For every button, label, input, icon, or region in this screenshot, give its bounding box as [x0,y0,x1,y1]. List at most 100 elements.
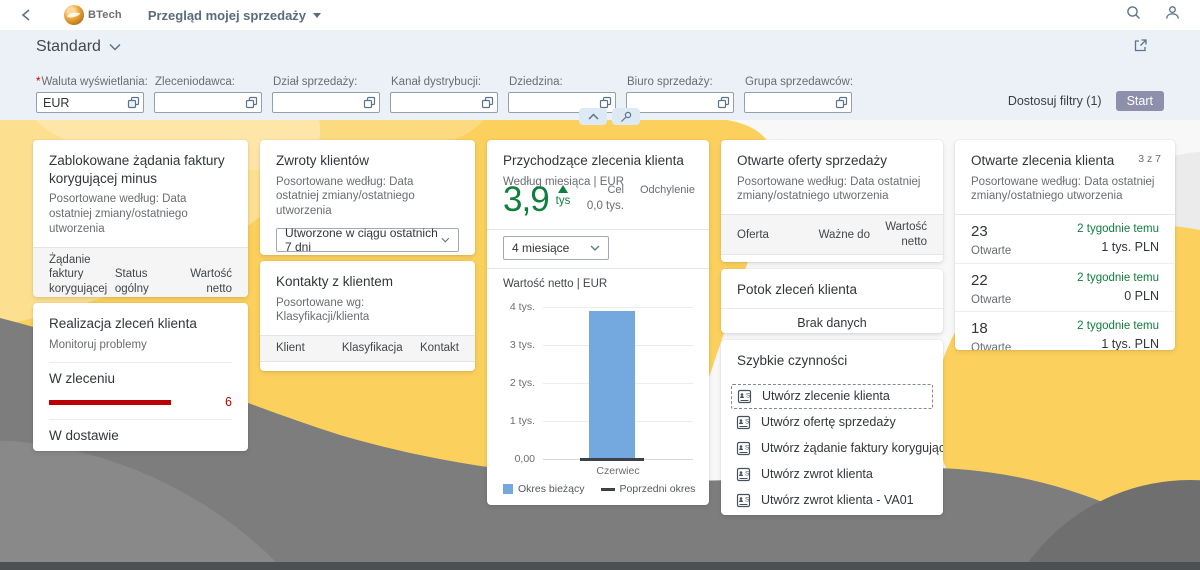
card-title: Zwroty klientów [276,152,459,170]
order-amount: 1 tys. PLN [1077,337,1159,350]
order-amount: 1 tys. PLN [1077,240,1159,254]
card-open-sales-orders[interactable]: Otwarte zlecenia klienta 3 z 7 Posortowa… [955,140,1175,350]
table-header: Klient Klasyfikacja Kontakt [260,335,475,361]
quick-action-create-quotation[interactable]: S Utwórz ofertę sprzedaży [731,410,933,435]
variant-selector[interactable]: Standard [36,38,121,56]
quick-action-label: Utwórz zwrot klienta - VA01 [761,493,914,507]
quick-action-label: Utwórz żądanie faktury korygującej m... [761,441,943,455]
quick-action-create-sales-order[interactable]: S Utwórz zlecenie klienta [731,384,933,409]
search-icon[interactable] [1126,5,1141,25]
go-button[interactable]: Start [1116,91,1164,111]
metric-value: 6 [225,395,232,409]
card-customer-contacts[interactable]: Kontakty z klientem Posortowane wg: Klas… [260,261,475,371]
order-status: Otwarte [971,342,1011,350]
card-subtitle: Posortowane według: Data ostatniej zmian… [737,175,927,205]
trend-up-icon [558,185,568,193]
legend-label: Poprzedni okres [620,483,696,495]
sales-document-icon: S [736,493,751,508]
y-tick: 3 tys. [487,339,535,351]
bar-chart-plot [543,307,693,459]
value-help-icon[interactable] [245,96,258,114]
card-customer-returns[interactable]: Zwroty klientów Posortowane według: Data… [260,140,475,255]
card-order-fulfillment[interactable]: Realizacja zleceń klienta Monitoruj prob… [33,303,248,451]
filter-field-waluta: *Waluta wyświetlania: [36,76,144,113]
card-quick-actions[interactable]: Szybkie czynności S Utwórz zlecenie klie… [721,340,943,515]
no-data-text: Brak danych [721,309,943,333]
kpi-header: 3,9 tys Cel 0,0 tys. Odchylenie [503,182,695,217]
filter-label: Biuro sprzedaży: [627,76,713,88]
title-dropdown-icon [313,13,321,18]
card-title: Przychodzące zlecenia klienta [503,152,693,170]
filter-label: Zleceniodawca: [155,76,235,88]
quick-action-label: Utwórz ofertę sprzedaży [761,415,896,429]
quick-action-create-credit-memo-request[interactable]: S Utwórz żądanie faktury korygującej m..… [731,436,933,461]
pin-filterbar-button[interactable] [612,108,640,125]
card-title: Otwarte zlecenia klienta [971,152,1159,170]
sales-order-list-item[interactable]: 22 Otwarte 2 tygodnie temu 0 PLN [955,263,1175,311]
returns-period-dropdown[interactable]: Utworzone w ciągu ostatnich 7 dni [276,228,459,252]
order-id: 23 [971,223,1011,240]
column-header: Oferta [737,228,805,242]
legend-swatch-current [503,484,513,494]
card-blocked-credit-memo[interactable]: Zablokowane żądania faktury korygującej … [33,140,248,297]
column-header: Klient [276,341,342,355]
chart-previous-period-line [580,458,644,461]
metric-label: W zleceniu [49,371,232,386]
quick-action-create-customer-return[interactable]: S Utwórz zwrot klienta [731,462,933,487]
collapse-filterbar-button[interactable] [579,108,607,125]
fulfillment-row[interactable]: W zleceniu 6 [49,362,232,409]
user-icon[interactable] [1165,5,1180,25]
filter-label: Dział sprzedaży: [273,76,357,88]
chevron-down-icon [590,245,600,251]
sales-document-icon: S [736,467,751,482]
filter-label: Grupa sprzedawców: [745,76,853,88]
kpi-value: 3,9 [503,182,549,217]
sales-order-list-item[interactable]: 23 Otwarte 2 tygodnie temu 1 tys. PLN [955,215,1175,263]
chevron-down-icon [441,237,450,243]
deviation-label: Odchylenie [640,184,695,196]
svg-text:S: S [746,392,751,399]
cards-grid: Zablokowane żądania faktury korygującej … [33,140,1175,515]
back-icon[interactable] [18,7,34,23]
value-help-icon[interactable] [363,96,376,114]
card-open-quotations[interactable]: Otwarte oferty sprzedaży Posortowane wed… [721,140,943,262]
value-help-icon[interactable] [127,96,140,114]
logo-sphere-icon [64,5,84,25]
filter-field-dzial: Dział sprzedaży: [272,76,380,113]
card-order-pipeline[interactable]: Potok zleceń klienta Brak danych [721,269,943,333]
filter-field-grupa: Grupa sprzedawców: [744,76,852,113]
quick-action-create-customer-return-va01[interactable]: S Utwórz zwrot klienta - VA01 [731,488,933,513]
adapt-filters-link[interactable]: Dostosuj filtry (1) [1008,94,1102,108]
sales-order-list-item[interactable]: 18 Otwarte 2 tygodnie temu 1 tys. PLN [955,311,1175,350]
column-header: Wartość netto [870,220,927,249]
card-incoming-sales-orders[interactable]: Przychodzące zlecenia klienta Według mie… [487,140,709,505]
progress-track [49,400,171,405]
y-tick: 1 tys. [487,415,535,427]
app-title-menu[interactable]: Przegląd mojej sprzedaży [148,8,321,23]
card-subtitle: Posortowane według: Data ostatniej zmian… [49,192,232,237]
value-help-icon[interactable] [835,96,848,114]
period-dropdown[interactable]: 4 miesiące [503,236,609,260]
chart-bar-current[interactable] [589,311,635,459]
filter-label: Kanał dystrybucji: [391,76,481,88]
sales-document-icon: S [736,441,751,456]
target-label: Cel [587,184,624,196]
share-icon[interactable] [1133,38,1148,58]
order-amount: 0 PLN [1077,289,1159,303]
quick-action-label: Utwórz zwrot klienta [761,467,873,481]
required-marker: * [36,76,40,88]
order-age: 2 tygodnie temu [1077,223,1159,235]
card-title: Kontakty z klientem [276,273,459,291]
filter-label: Dziedzina: [509,76,563,88]
value-help-icon[interactable] [481,96,494,114]
column-header: Kontakt [404,341,459,355]
no-data-text: Brak danych [721,255,943,262]
fulfillment-row[interactable]: W dostawie 3 [49,419,232,451]
column-header: Wartość netto [177,267,232,296]
filter-field-kanal: Kanał dystrybucji: [390,76,498,113]
chevron-up-icon [588,113,599,120]
progress-bar [49,400,171,405]
shell-header: BTech Przegląd mojej sprzedaży [0,0,1200,30]
filter-label: Waluta wyświetlania: [41,76,147,88]
value-help-icon[interactable] [717,96,730,114]
